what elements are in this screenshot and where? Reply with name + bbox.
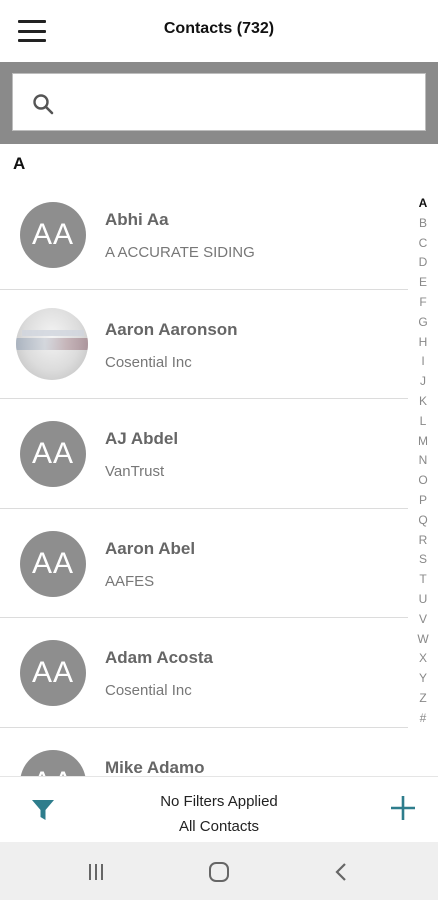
contact-row[interactable]: AA Adam Acosta Cosential Inc [0,618,408,728]
contact-row[interactable]: AA Aaron Abel AAFES [0,509,408,618]
contact-name: Abhi Aa [105,210,169,229]
contact-company: VanTrust [105,463,165,480]
system-nav-bar [0,842,438,900]
contact-name: AJ Abdel [105,429,179,448]
alphabet-index-letter[interactable]: V [419,610,427,630]
alphabet-index-letter[interactable]: # [420,709,427,729]
contact-name: Aaron Abel [105,538,196,558]
alphabet-index-letter[interactable]: U [419,590,428,610]
contact-avatar: AA [20,749,86,776]
contact-avatar: AA [20,530,86,597]
alphabet-index-letter[interactable]: G [418,313,427,333]
contact-row[interactable]: AA AJ Abdel VanTrust [0,399,408,509]
search-box[interactable] [12,73,426,131]
alphabet-index-letter[interactable]: Y [419,669,427,689]
filter-bar: No Filters Applied All Contacts [0,776,438,842]
alphabet-index-letter[interactable]: B [419,214,427,234]
alphabet-index-letter[interactable]: A [419,194,428,214]
alphabet-index-letter[interactable]: M [418,432,428,452]
alphabet-index-letter[interactable]: Q [418,511,427,531]
alphabet-index-letter[interactable]: E [419,273,427,293]
filter-status[interactable]: No Filters Applied All Contacts [0,789,438,839]
app-header: Contacts (732) [0,0,438,62]
alphabet-index-letter[interactable]: P [419,491,427,511]
alphabet-index-letter[interactable]: W [417,630,428,650]
contact-company: AAFES [105,572,155,590]
contact-photo [16,307,88,380]
contact-avatar: AA [20,640,86,706]
contact-name: Mike Adamo [105,757,205,777]
recents-icon[interactable] [82,858,110,886]
contact-name: Aaron Aaronson [105,319,238,339]
filter-status-line2: All Contacts [178,818,260,835]
contact-avatar: AA [20,421,86,487]
alphabet-index-letter[interactable]: S [419,550,427,570]
section-header: A [13,154,26,173]
contact-company: Cosential Inc [105,353,192,371]
alphabet-index-letter[interactable]: I [421,352,424,372]
home-icon[interactable] [205,858,233,886]
contact-list[interactable]: AA Abhi Aa A ACCURATE SIDING Aaron Aaronson… [0,180,408,776]
alphabet-index-letter[interactable]: T [419,570,426,590]
alphabet-index-letter[interactable]: R [419,531,428,551]
contact-avatar: AA [20,202,86,268]
contact-company: A ACCURATE SIDING [105,244,255,261]
alphabet-index-letter[interactable]: O [418,471,427,491]
alphabet-index[interactable]: A B C D E F G H I J K L M N O P Q R S T U V W X Y Z # [416,194,430,729]
search-input[interactable] [67,74,415,130]
search-bar [0,62,438,144]
alphabet-index-letter[interactable]: N [419,451,428,471]
contacts-screen: Contacts (732) A AA Abhi Aa A ACCURATE SID… [0,0,438,900]
alphabet-index-letter[interactable]: J [420,372,426,392]
page-title: Contacts (732) [163,20,275,37]
filter-status-line1: No Filters Applied [160,793,278,810]
contact-name: Adam Acosta [105,648,214,667]
contact-row[interactable]: Aaron Aaronson Cosential Inc [0,290,408,399]
alphabet-index-letter[interactable]: X [419,649,427,669]
alphabet-index-letter[interactable]: K [419,392,427,412]
alphabet-index-letter[interactable]: C [419,234,428,254]
contact-company: Cosential Inc [105,682,192,699]
alphabet-index-letter[interactable]: H [419,333,428,353]
alphabet-index-letter[interactable]: D [419,253,428,273]
back-icon[interactable] [328,858,356,886]
plus-icon[interactable] [388,793,418,823]
alphabet-index-letter[interactable]: F [419,293,426,313]
contact-row[interactable]: AA Mike Adamo [0,728,408,777]
contact-row[interactable]: AA Abhi Aa A ACCURATE SIDING [0,180,408,290]
alphabet-index-letter[interactable]: Z [419,689,426,709]
alphabet-index-letter[interactable]: L [420,412,427,432]
search-icon [33,94,54,115]
